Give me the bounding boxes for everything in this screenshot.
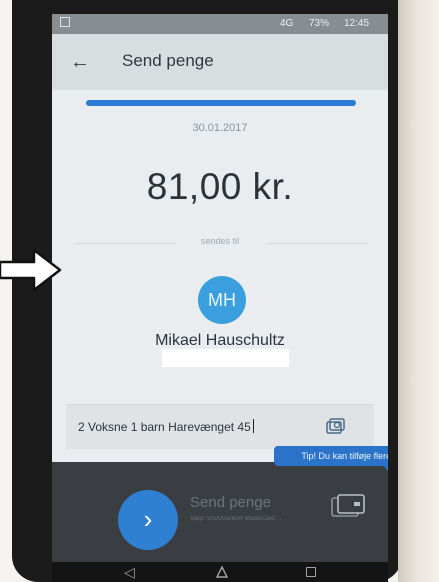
redacted-phone-number <box>162 349 289 367</box>
battery-indicator: 73% <box>309 18 330 29</box>
clock: 12:45 <box>344 18 370 29</box>
selected-card-label: Valgt: VISA/Dankort Mastercard ... <box>190 516 282 522</box>
app-screen: 4G 73% 12:45 ← Send penge 30.01.2017 81,… <box>52 14 388 582</box>
message-row: 2 Voksne 1 barn Harevænget 45 <box>66 404 374 449</box>
tip-banner[interactable]: Tip! Du kan tilføje flere kort <box>274 446 388 466</box>
progress-fill <box>86 100 356 106</box>
nav-back-icon[interactable]: ◁ <box>124 562 138 582</box>
transfer-date: 30.01.2017 <box>192 122 248 134</box>
app-bar: ← Send penge <box>52 34 388 90</box>
background <box>398 0 439 582</box>
tip-pointer <box>384 466 388 474</box>
sent-to-label: sendes til <box>200 236 240 246</box>
nav-recent-apps-icon[interactable] <box>306 567 316 577</box>
nav-home-icon[interactable] <box>216 566 228 578</box>
message-text: 2 Voksne 1 barn Harevænget 45 <box>78 420 251 434</box>
annotation-arrow-icon <box>0 248 62 292</box>
back-arrow-icon[interactable]: ← <box>68 50 92 74</box>
add-card-icon[interactable] <box>330 494 366 520</box>
bottom-action-bar: › Send penge Valgt: VISA/Dankort Masterc… <box>52 462 388 562</box>
camera-icon[interactable] <box>324 415 346 437</box>
divider-right <box>268 243 368 244</box>
send-money-label: Send penge <box>190 494 271 511</box>
progress-bar <box>86 100 356 106</box>
network-indicator: 4G <box>280 18 294 29</box>
text-cursor <box>252 419 254 433</box>
send-money-button[interactable]: › <box>118 490 178 550</box>
chevron-right-icon: › <box>143 504 153 534</box>
recipient-avatar: MH <box>198 276 246 324</box>
android-nav-bar: ◁ <box>52 562 388 582</box>
page-title: Send penge <box>122 51 214 70</box>
transfer-amount: 81,00 kr. <box>146 166 294 207</box>
recipient-name: Mikael Hauschultz <box>155 332 285 349</box>
message-input[interactable]: 2 Voksne 1 barn Harevænget 45 <box>78 419 254 434</box>
status-bar: 4G 73% 12:45 <box>52 14 388 34</box>
notification-icon <box>60 17 70 27</box>
